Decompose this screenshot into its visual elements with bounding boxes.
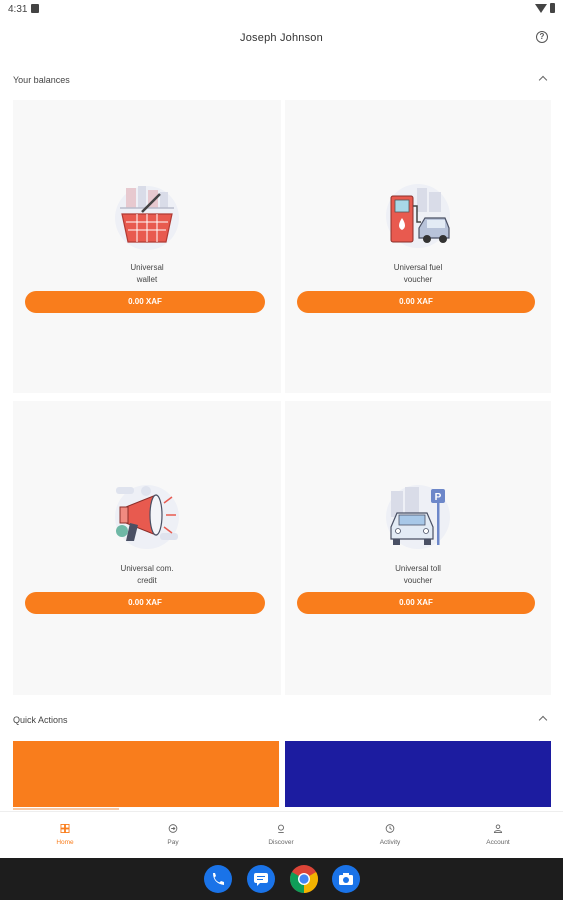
card-label-line1: Universal fuel <box>393 263 443 272</box>
chevron-up-icon[interactable] <box>538 75 548 85</box>
shopping-basket-icon <box>115 186 179 250</box>
quick-action-tile[interactable] <box>13 741 279 807</box>
megaphone-icon <box>115 485 179 549</box>
balance-amount-button[interactable]: 0.00 XAF <box>25 291 265 313</box>
card-label: Universal wallet <box>13 262 281 286</box>
card-label-line1: Universal <box>130 263 164 272</box>
card-label-line2: voucher <box>403 576 433 585</box>
nav-label-home: Home <box>56 839 74 846</box>
nav-item-home[interactable]: Home <box>9 812 121 859</box>
card-label-line2: credit <box>137 576 157 585</box>
quick-actions-header[interactable]: Quick Actions <box>0 708 563 732</box>
quick-action-tile[interactable] <box>285 741 551 807</box>
pay-icon <box>168 824 178 833</box>
quick-actions-title: Quick Actions <box>13 715 68 725</box>
chevron-up-icon[interactable] <box>538 715 548 725</box>
nav-label-activity: Activity <box>379 839 401 846</box>
nav-item-pay[interactable]: Pay <box>117 812 229 859</box>
nav-label-account: Account <box>486 839 510 846</box>
svg-text:P: P <box>435 492 442 503</box>
status-bar: 4:31 <box>0 0 563 20</box>
help-icon[interactable]: ? <box>536 31 548 43</box>
balance-card-wallet[interactable]: Universal wallet 0.00 XAF <box>13 100 281 393</box>
app-bar: Joseph Johnson ? <box>0 20 563 60</box>
fuel-pump-icon <box>386 184 450 248</box>
card-label-line2: wallet <box>136 275 158 284</box>
notification-icon <box>31 4 39 13</box>
carousel-indicator <box>13 808 119 810</box>
activity-icon <box>385 824 395 833</box>
camera-icon[interactable] <box>332 865 360 893</box>
balance-amount-button[interactable]: 0.00 XAF <box>297 592 535 614</box>
battery-icon <box>550 3 555 13</box>
card-label: Universal toll voucher <box>285 563 551 587</box>
home-icon <box>60 824 70 833</box>
system-dock <box>0 858 563 900</box>
status-time: 4:31 <box>8 4 28 15</box>
balances-header[interactable]: Your balances <box>0 68 563 92</box>
card-label-line2: voucher <box>403 275 433 284</box>
discover-icon <box>278 824 284 833</box>
parking-car-icon: P <box>386 485 450 549</box>
nav-item-discover[interactable]: Discover <box>225 812 337 859</box>
balance-card-com-credit[interactable]: Universal com. credit 0.00 XAF <box>13 401 281 695</box>
nav-item-account[interactable]: Account <box>442 812 554 859</box>
balance-card-toll[interactable]: P Universal toll voucher 0.00 XAF <box>285 401 551 695</box>
bottom-nav: Home Pay Discover Activity Account <box>0 811 563 858</box>
card-label: Universal com. credit <box>13 563 281 587</box>
chrome-icon[interactable] <box>290 865 318 893</box>
card-label-line1: Universal com. <box>120 564 174 573</box>
wifi-icon <box>535 3 547 13</box>
balances-title: Your balances <box>13 75 70 85</box>
nav-item-activity[interactable]: Activity <box>334 812 446 859</box>
status-icons <box>535 3 555 13</box>
phone-icon[interactable] <box>204 865 232 893</box>
card-label-line1: Universal toll <box>395 564 441 573</box>
balance-amount-button[interactable]: 0.00 XAF <box>25 592 265 614</box>
nav-label-pay: Pay <box>167 839 179 846</box>
balance-amount-button[interactable]: 0.00 XAF <box>297 291 535 313</box>
messages-icon[interactable] <box>247 865 275 893</box>
nav-label-discover: Discover <box>268 839 294 846</box>
card-label: Universal fuel voucher <box>285 262 551 286</box>
account-icon <box>493 824 503 833</box>
page-title: Joseph Johnson <box>240 32 323 44</box>
balance-card-fuel[interactable]: Universal fuel voucher 0.00 XAF <box>285 100 551 393</box>
